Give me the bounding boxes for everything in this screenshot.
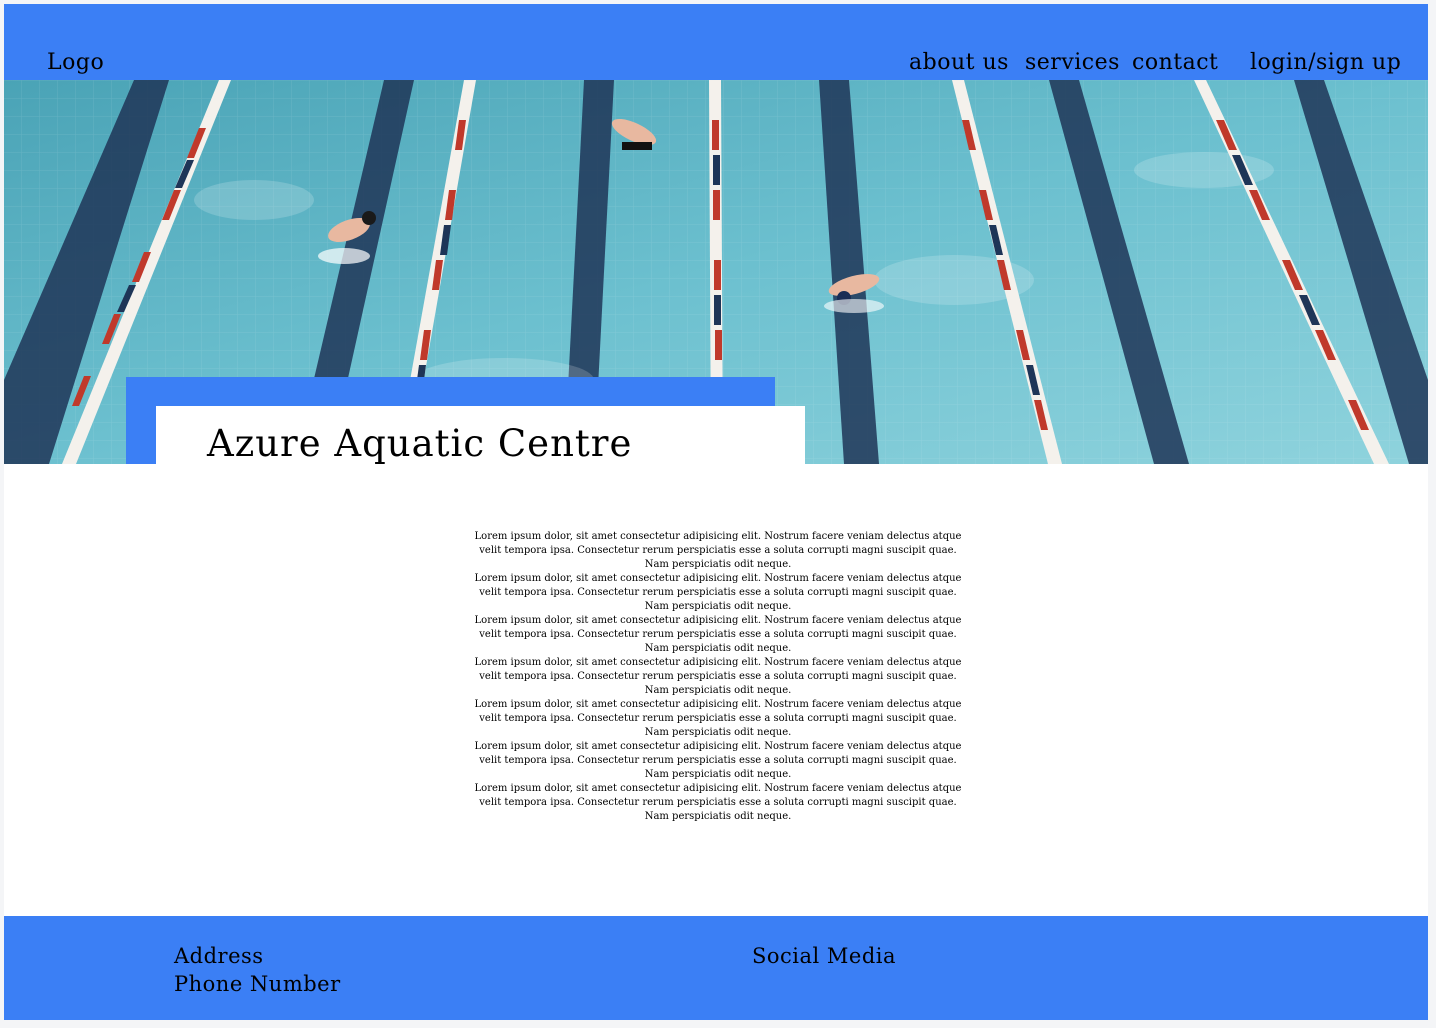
content-paragraph: Lorem ipsum dolor, sit amet consectetur … bbox=[474, 699, 962, 738]
content-paragraph: Lorem ipsum dolor, sit amet consectetur … bbox=[474, 783, 962, 822]
title-card: Azure Aquatic Centre bbox=[156, 406, 805, 465]
content-paragraph: Lorem ipsum dolor, sit amet consectetur … bbox=[474, 615, 962, 654]
content-paragraph: Lorem ipsum dolor, sit amet consectetur … bbox=[474, 573, 962, 612]
nav-link-login-signup[interactable]: login/sign up bbox=[1250, 50, 1401, 75]
footer-address: Address bbox=[174, 944, 264, 968]
footer-social-media[interactable]: Social Media bbox=[752, 944, 896, 968]
page-title: Azure Aquatic Centre bbox=[207, 422, 633, 465]
nav-link-services[interactable]: services bbox=[1025, 50, 1120, 75]
site-footer: Address Phone Number Social Media bbox=[4, 916, 1428, 1020]
site-header: Logo about us services contact login/sig… bbox=[4, 4, 1428, 80]
nav-link-about[interactable]: about us bbox=[909, 50, 1009, 75]
main-content: Lorem ipsum dolor, sit amet consectetur … bbox=[466, 530, 970, 824]
footer-phone-number: Phone Number bbox=[174, 972, 341, 996]
content-paragraph: Lorem ipsum dolor, sit amet consectetur … bbox=[474, 741, 962, 780]
nav-link-contact[interactable]: contact bbox=[1132, 50, 1218, 75]
page-frame: Logo about us services contact login/sig… bbox=[4, 4, 1428, 1020]
logo[interactable]: Logo bbox=[47, 50, 104, 75]
content-paragraph: Lorem ipsum dolor, sit amet consectetur … bbox=[474, 657, 962, 696]
content-paragraph: Lorem ipsum dolor, sit amet consectetur … bbox=[474, 531, 962, 570]
